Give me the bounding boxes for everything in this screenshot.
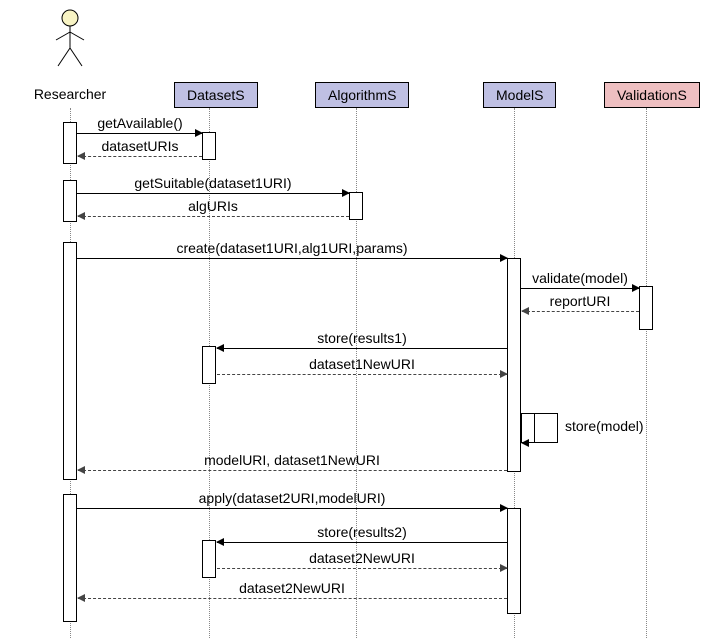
msg-store-results2: store(results2) <box>217 524 507 540</box>
msg-store-model: store(model) <box>565 418 644 434</box>
arrowhead-icon <box>500 254 508 262</box>
msg-apply: apply(dataset2URI,modelURI) <box>78 490 506 506</box>
sequence-diagram: Researcher DatasetS AlgorithmS ModelS Va… <box>0 0 724 644</box>
arrow <box>77 133 202 134</box>
msg-dataset-uris: datasetURIs <box>78 138 202 154</box>
arrow <box>78 156 202 157</box>
arrowhead-icon <box>77 152 85 160</box>
msg-model-uri-return: modelURI, dataset1NewURI <box>78 452 506 468</box>
arrow <box>77 508 507 509</box>
participant-algorithms: AlgorithmS <box>315 82 409 108</box>
msg-store-results1: store(results1) <box>217 330 507 346</box>
msg-dataset2-new-uri-return: dataset2NewURI <box>78 580 506 596</box>
arrow <box>521 288 639 289</box>
activation <box>349 192 363 220</box>
activation <box>202 346 216 384</box>
activation <box>63 494 77 622</box>
arrowhead-icon <box>77 212 85 220</box>
arrowhead-icon <box>77 466 85 474</box>
arrowhead-icon <box>521 439 529 447</box>
arrowhead-icon <box>216 344 224 352</box>
arrow <box>77 193 349 194</box>
arrow <box>78 598 507 599</box>
msg-get-suitable: getSuitable(dataset1URI) <box>78 175 348 191</box>
arrowhead-icon <box>77 594 85 602</box>
arrow <box>217 542 507 543</box>
arrow <box>217 374 507 375</box>
arrow <box>78 216 349 217</box>
arrowhead-icon <box>500 564 508 572</box>
lifeline-validations <box>646 108 647 638</box>
activation <box>202 132 216 160</box>
arrow <box>217 348 507 349</box>
activation <box>202 540 216 578</box>
arrow <box>522 311 639 312</box>
activation <box>507 258 521 472</box>
actor-label: Researcher <box>30 86 110 102</box>
arrow <box>217 568 507 569</box>
arrowhead-icon <box>521 307 529 315</box>
arrowhead-icon <box>500 370 508 378</box>
arrowhead-icon <box>216 538 224 546</box>
actor-icon <box>50 8 90 68</box>
arrowhead-icon <box>195 129 203 137</box>
arrow <box>77 258 507 259</box>
msg-get-available: getAvailable() <box>78 115 202 131</box>
arrowhead-icon <box>632 284 640 292</box>
activation <box>63 242 77 480</box>
msg-alg-uris: algURIs <box>78 198 348 214</box>
participant-validations: ValidationS <box>604 82 700 108</box>
activation <box>63 180 77 222</box>
arrowhead-icon <box>342 189 350 197</box>
activation <box>639 286 653 330</box>
arrow <box>78 470 507 471</box>
msg-dataset1-new-uri: dataset1NewURI <box>217 356 507 372</box>
participant-models: ModelS <box>483 82 556 108</box>
msg-validate: validate(model) <box>522 270 638 286</box>
activation <box>63 122 77 164</box>
msg-create: create(dataset1URI,alg1URI,params) <box>78 240 506 256</box>
activation <box>507 508 521 614</box>
participant-datasets: DatasetS <box>174 82 258 108</box>
arrowhead-icon <box>500 504 508 512</box>
msg-report-uri: reportURI <box>522 293 638 309</box>
msg-dataset2-new-uri: dataset2NewURI <box>217 550 507 566</box>
